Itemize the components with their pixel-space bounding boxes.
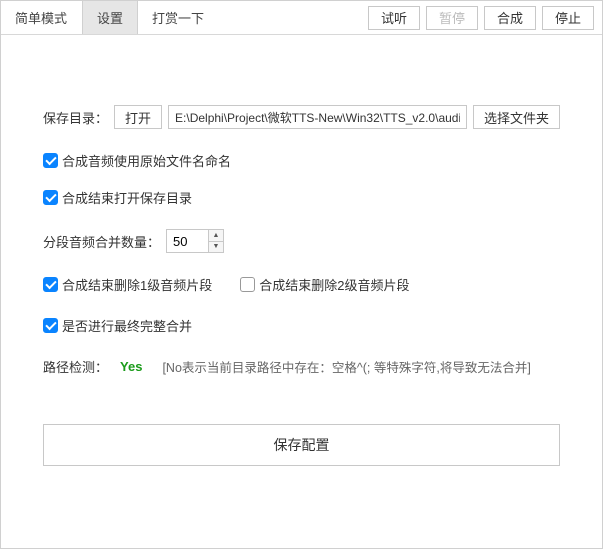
segment-merge-label: 分段音频合并数量： [43, 232, 160, 251]
tab-simple-mode[interactable]: 简单模式 [1, 1, 82, 34]
checkbox-label: 是否进行最终完整合并 [62, 316, 192, 335]
save-dir-row: 保存目录： 打开 选择文件夹 [43, 105, 560, 129]
settings-panel: 保存目录： 打开 选择文件夹 合成音频使用原始文件名命名 合成结束打开保存目录 … [1, 35, 602, 548]
checkbox-open-dir-after[interactable]: 合成结束打开保存目录 [43, 188, 192, 207]
segment-merge-spinner[interactable]: ▲ ▼ [166, 229, 224, 253]
save-dir-input[interactable] [168, 105, 467, 129]
row-segment-merge: 分段音频合并数量： ▲ ▼ [43, 229, 560, 253]
checkbox-delete-level1[interactable]: 合成结束删除1级音频片段 [43, 275, 212, 294]
app-window: 简单模式 设置 打赏一下 试听 暂停 合成 停止 保存目录： 打开 选择文件夹 … [0, 0, 603, 549]
top-buttons: 试听 暂停 合成 停止 [368, 1, 602, 34]
check-icon [43, 190, 58, 205]
spinner-down-button[interactable]: ▼ [209, 242, 223, 253]
choose-folder-button[interactable]: 选择文件夹 [473, 105, 560, 129]
checkbox-label: 合成结束删除1级音频片段 [62, 275, 212, 294]
synthesize-button[interactable]: 合成 [484, 6, 536, 30]
spinner-up-button[interactable]: ▲ [209, 230, 223, 242]
checkbox-final-merge[interactable]: 是否进行最终完整合并 [43, 316, 192, 335]
checkbox-delete-level2[interactable]: 合成结束删除2级音频片段 [240, 275, 409, 294]
segment-merge-input[interactable] [166, 229, 208, 253]
preview-button[interactable]: 试听 [368, 6, 420, 30]
top-bar: 简单模式 设置 打赏一下 试听 暂停 合成 停止 [1, 1, 602, 35]
check-icon [43, 277, 58, 292]
tabs: 简单模式 设置 打赏一下 [1, 1, 219, 34]
row-delete-segments: 合成结束删除1级音频片段 合成结束删除2级音频片段 [43, 275, 560, 294]
row-use-original-name: 合成音频使用原始文件名命名 [43, 151, 560, 170]
check-icon [43, 153, 58, 168]
tab-donate[interactable]: 打赏一下 [138, 1, 219, 34]
tab-settings[interactable]: 设置 [82, 1, 138, 34]
row-path-check: 路径检测： Yes [No表示当前目录路径中存在：空格^(; 等特殊字符,将导致… [43, 357, 560, 376]
stop-button[interactable]: 停止 [542, 6, 594, 30]
spinner-buttons: ▲ ▼ [208, 229, 224, 253]
path-check-label: 路径检测： [43, 357, 108, 376]
row-final-merge: 是否进行最终完整合并 [43, 316, 560, 335]
check-icon [43, 318, 58, 333]
checkbox-use-original-name[interactable]: 合成音频使用原始文件名命名 [43, 151, 231, 170]
pause-button[interactable]: 暂停 [426, 6, 478, 30]
save-config-button[interactable]: 保存配置 [43, 424, 560, 466]
path-check-hint: [No表示当前目录路径中存在：空格^(; 等特殊字符,将导致无法合并] [162, 357, 530, 376]
open-dir-button[interactable]: 打开 [114, 105, 162, 129]
row-open-dir-after: 合成结束打开保存目录 [43, 188, 560, 207]
save-dir-label: 保存目录： [43, 108, 108, 127]
checkbox-label: 合成音频使用原始文件名命名 [62, 151, 231, 170]
checkbox-label: 合成结束删除2级音频片段 [259, 275, 409, 294]
checkbox-label: 合成结束打开保存目录 [62, 188, 192, 207]
checkbox-empty-icon [240, 277, 255, 292]
path-check-value: Yes [120, 359, 142, 374]
